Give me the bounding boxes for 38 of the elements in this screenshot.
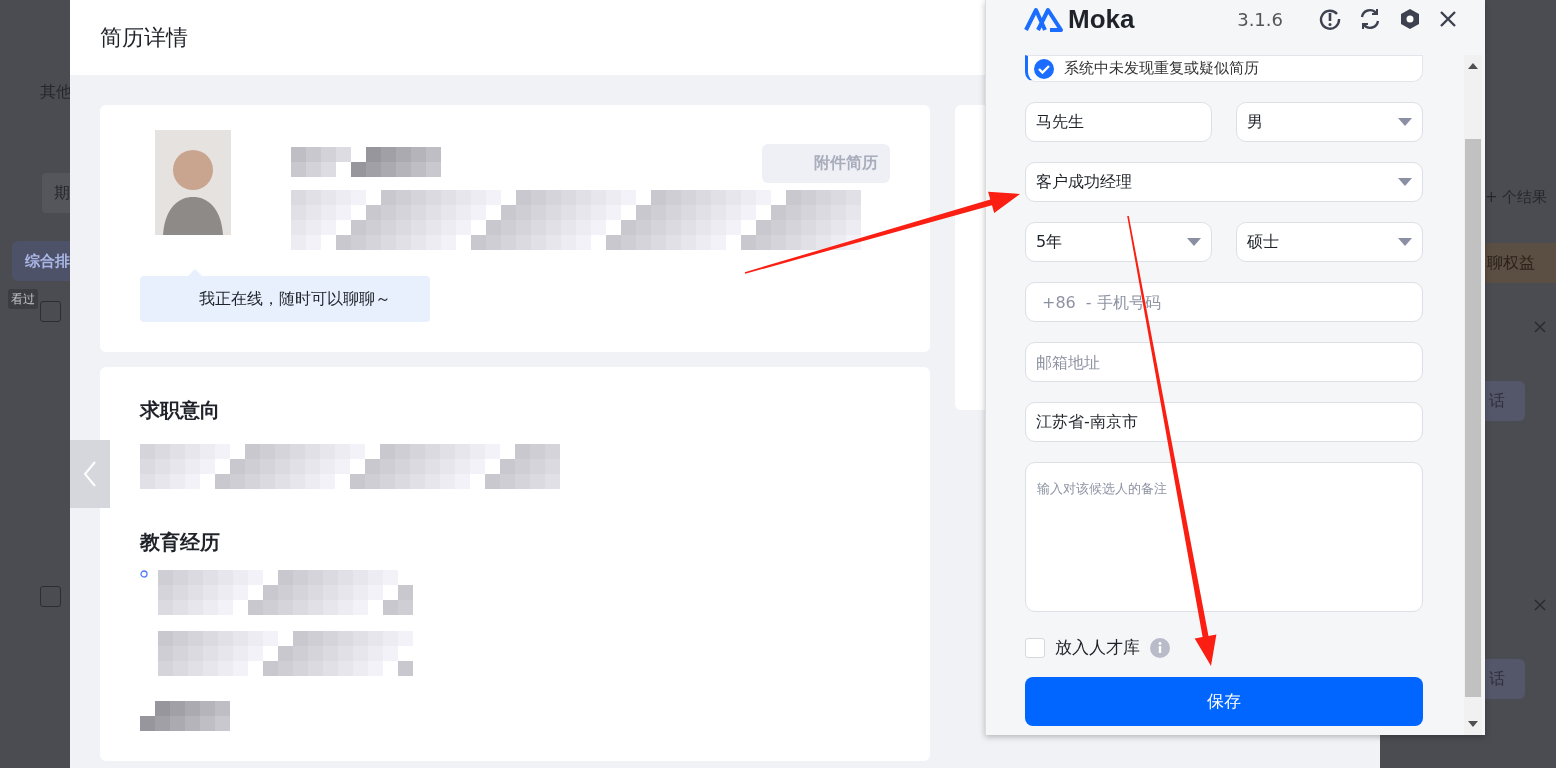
notes-field[interactable]: 输入对该候选人的备注 xyxy=(1025,462,1423,612)
sort-tab[interactable]: 综合排 xyxy=(12,241,70,281)
caret-icon xyxy=(1398,118,1412,126)
row-checkbox[interactable] xyxy=(40,586,61,607)
info-icon xyxy=(1150,637,1170,658)
seen-tag: 看过 xyxy=(8,289,38,309)
logo-icon xyxy=(1024,6,1064,32)
brand-name: Moka xyxy=(1068,3,1135,35)
chevron-left-icon xyxy=(83,461,97,487)
caret-icon xyxy=(1187,238,1201,246)
version-label: 3.1.6 xyxy=(1237,8,1283,30)
alert-icon[interactable] xyxy=(1319,8,1341,30)
settings-icon[interactable] xyxy=(1399,8,1421,30)
select-field[interactable]: 男 xyxy=(1236,102,1423,142)
section-heading: 求职意向 xyxy=(140,397,221,424)
scroll-up-icon[interactable] xyxy=(1468,63,1479,69)
select-field[interactable]: 5年 xyxy=(1025,222,1212,262)
caret-icon xyxy=(1398,238,1412,246)
refresh-icon[interactable] xyxy=(1359,8,1381,30)
caret-icon xyxy=(1398,178,1412,186)
scrollbar[interactable] xyxy=(1464,55,1482,735)
talent-pool-label: 放入人才库 xyxy=(1055,636,1140,659)
section-heading: 教育经历 xyxy=(140,529,221,556)
talent-pool-checkbox[interactable] xyxy=(1025,637,1045,658)
timeline-dot xyxy=(140,570,148,578)
modal-title: 简历详情 xyxy=(100,23,188,52)
text-field[interactable]: 马先生 xyxy=(1025,102,1212,142)
duplicate-notice: 系统中未发现重复或疑似简历 xyxy=(1025,55,1423,82)
save-button[interactable]: 保存 xyxy=(1025,677,1423,726)
text-field[interactable]: 江苏省-南京市 xyxy=(1025,402,1423,442)
select-field[interactable]: 硕士 xyxy=(1236,222,1423,262)
country-code[interactable]: +86 xyxy=(1042,292,1076,312)
text-field[interactable]: 邮箱地址 xyxy=(1025,342,1423,382)
previous-button[interactable] xyxy=(70,440,110,508)
scroll-down-icon[interactable] xyxy=(1468,721,1479,727)
close-icon[interactable] xyxy=(1439,10,1457,28)
select-field[interactable]: 客户成功经理 xyxy=(1025,162,1423,202)
row-checkbox[interactable] xyxy=(40,301,61,322)
